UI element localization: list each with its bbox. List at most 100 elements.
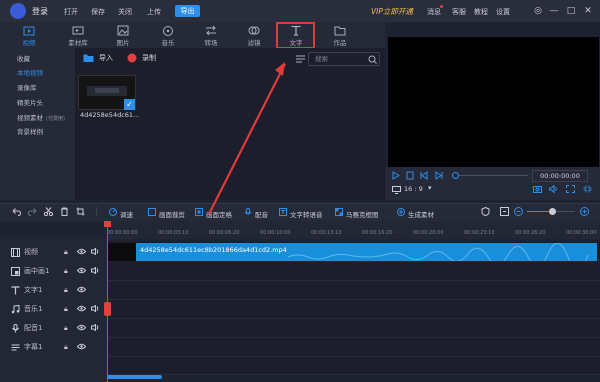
undo-icon[interactable] — [12, 207, 21, 216]
eye-icon[interactable] — [77, 286, 86, 293]
ruler-tick: 00:00:26:20 — [515, 230, 546, 236]
minimize-icon[interactable]: — — [548, 5, 560, 17]
mosaic-button[interactable]: 马赛克框图 — [346, 209, 379, 219]
speed-button[interactable]: 调速 — [120, 209, 133, 219]
lock-icon[interactable]: 🔒︎ — [64, 267, 68, 276]
sidebar-item-local-video[interactable]: 本地视频 — [0, 67, 75, 80]
menu-tutorial[interactable]: 教程 — [474, 7, 488, 17]
mosaic-icon — [335, 208, 343, 216]
clip-title: 4d4258e54dc611ec8b201866da4d1cd2.mp4 — [140, 246, 287, 254]
lock-icon[interactable]: 🔒︎ — [64, 286, 68, 295]
tab-image[interactable]: 图片 — [105, 22, 141, 48]
tab-music[interactable]: 音乐 — [150, 22, 186, 48]
lock-icon[interactable]: 🔒︎ — [64, 343, 68, 352]
horizontal-scrollbar[interactable] — [107, 375, 162, 379]
menu-support[interactable]: 客服 — [452, 7, 466, 17]
lock-icon[interactable]: 🔒︎ — [64, 248, 68, 257]
track-lane[interactable] — [107, 262, 600, 281]
tab-video[interactable]: 视频 — [11, 22, 47, 48]
tts-button[interactable]: 文字转语音 — [290, 209, 323, 219]
progress-handle[interactable] — [452, 172, 459, 179]
playhead-handle[interactable] — [104, 221, 111, 227]
search-icon[interactable] — [368, 55, 377, 64]
maximize-icon[interactable]: □ — [565, 5, 577, 17]
lock-icon[interactable]: 🔒︎ — [64, 305, 68, 314]
tab-transition[interactable]: 转场 — [193, 22, 229, 48]
filter-icon — [248, 25, 260, 36]
sidebar-item-recordings[interactable]: 录像库 — [0, 82, 75, 95]
shield-icon[interactable] — [481, 207, 490, 216]
crop-button[interactable]: 画面裁剪 — [159, 209, 185, 219]
fullscreen-icon[interactable] — [566, 185, 575, 193]
crop-icon[interactable] — [76, 207, 85, 216]
record-button[interactable]: 录制 — [127, 53, 156, 63]
track-lane[interactable] — [107, 300, 600, 319]
speaker-icon[interactable] — [91, 305, 100, 312]
menu-close[interactable]: 关闭 — [118, 7, 132, 17]
track-lane[interactable] — [107, 338, 600, 357]
tab-library[interactable]: 素材库 — [60, 22, 96, 48]
tab-works[interactable]: 作品 — [322, 22, 358, 48]
chevron-down-icon[interactable]: ▾ — [428, 184, 432, 192]
eye-icon[interactable] — [77, 267, 86, 274]
next-frame-icon[interactable] — [435, 171, 443, 180]
crop-frame-icon — [148, 208, 156, 216]
folder-import-icon — [83, 53, 94, 63]
tab-filter[interactable]: 滤镜 — [236, 22, 272, 48]
eye-icon[interactable] — [77, 324, 86, 331]
sidebar-item-favorites[interactable]: 收藏 — [0, 53, 75, 66]
eye-icon[interactable] — [77, 248, 86, 255]
sidebar-item-video-material[interactable]: 视频素材 (付费用) — [0, 112, 75, 125]
fit-icon[interactable] — [500, 207, 509, 216]
playhead-grip[interactable] — [104, 302, 111, 316]
stop-icon[interactable] — [406, 171, 414, 180]
speaker-icon[interactable] — [91, 248, 100, 255]
toolbar-divider — [96, 207, 97, 216]
delete-icon[interactable] — [60, 207, 69, 216]
menu-open[interactable]: 打开 — [64, 7, 78, 17]
skin-icon[interactable]: ◎ — [532, 5, 544, 17]
import-button[interactable]: 导入 — [83, 53, 113, 63]
zoom-slider-handle[interactable] — [549, 208, 556, 215]
zoom-out-icon[interactable] — [514, 207, 523, 216]
menu-settings[interactable]: 设置 — [496, 7, 510, 17]
export-button[interactable]: 导出 — [175, 5, 200, 17]
film-icon — [11, 248, 20, 257]
menu-upload[interactable]: 上传 — [147, 7, 161, 17]
speed-icon — [109, 208, 117, 216]
time-display: 00:00:00:00 — [532, 170, 588, 182]
list-view-icon[interactable] — [296, 55, 305, 63]
lock-icon[interactable]: 🔒︎ — [64, 324, 68, 333]
menu-messages[interactable]: 消息 — [427, 7, 441, 17]
camera-icon[interactable] — [533, 185, 542, 193]
progress-track[interactable] — [452, 175, 528, 176]
close-icon[interactable]: ✕ — [582, 5, 594, 17]
ruler-tick: 00:00:13:10 — [311, 230, 342, 236]
exit-fullscreen-icon[interactable] — [583, 185, 592, 193]
eye-icon[interactable] — [77, 305, 86, 312]
transition-icon — [205, 25, 217, 36]
vip-link[interactable]: VIP立即开通 — [371, 6, 413, 17]
volume-icon[interactable] — [549, 185, 558, 193]
ruler-tick: 00:00:03:10 — [158, 230, 189, 236]
ruler-tick: 00:00:10:00 — [260, 230, 291, 236]
sidebar-item-backgrounds[interactable]: 背景样例 — [0, 126, 75, 139]
checkbox-checked-icon[interactable]: ✓ — [124, 99, 135, 110]
play-icon[interactable] — [392, 171, 400, 180]
track-lane[interactable] — [107, 357, 600, 375]
speaker-icon[interactable] — [91, 267, 100, 274]
redo-icon[interactable] — [28, 207, 37, 216]
zoom-in-icon[interactable] — [580, 207, 589, 216]
speaker-icon[interactable] — [91, 324, 100, 331]
track-lane[interactable] — [107, 319, 600, 338]
eye-icon[interactable] — [77, 343, 86, 350]
freeze-frame-icon — [195, 208, 203, 216]
prev-frame-icon[interactable] — [420, 171, 428, 180]
sidebar-item-intros[interactable]: 精美片头 — [0, 97, 75, 110]
scissors-icon[interactable] — [44, 207, 53, 216]
login-link[interactable]: 登录 — [32, 6, 48, 17]
menu-save[interactable]: 保存 — [91, 7, 105, 17]
track-lane[interactable] — [107, 281, 600, 300]
generate-button[interactable]: 生成素材 — [408, 209, 434, 219]
aspect-ratio-select[interactable]: 16 : 9 — [404, 185, 423, 193]
